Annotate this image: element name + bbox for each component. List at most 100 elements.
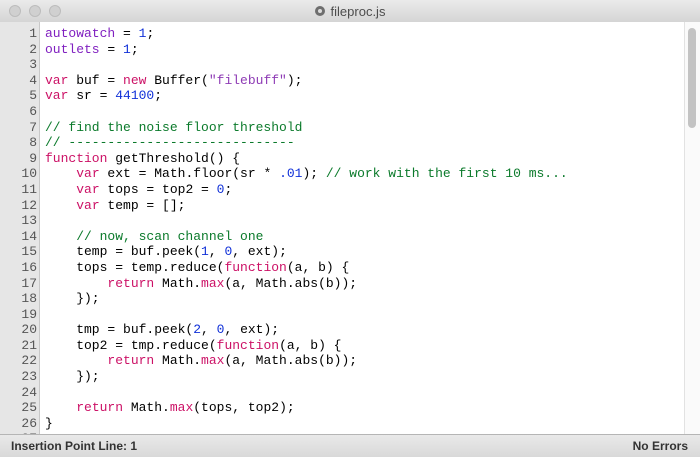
line-number: 8	[29, 135, 37, 151]
line-number: 18	[21, 291, 37, 307]
code-line[interactable]: var temp = [];	[45, 198, 681, 214]
code-line[interactable]: tmp = buf.peek(2, 0, ext);	[45, 322, 681, 338]
code-token: tops = top2 =	[99, 181, 217, 197]
window-title-area: fileproc.js	[0, 0, 700, 22]
scrollbar-thumb[interactable]	[688, 28, 696, 128]
code-token: 1	[201, 244, 209, 260]
code-token: ,	[208, 244, 225, 260]
code-line[interactable]	[45, 307, 681, 323]
code-line[interactable]: function getThreshold() {	[45, 151, 681, 167]
code-token: Buffer(	[146, 72, 209, 88]
line-number: 4	[29, 72, 37, 88]
line-number: 14	[21, 228, 37, 244]
code-text-area[interactable]: autowatch = 1; outlets = 1; var buf = new…	[45, 26, 681, 447]
code-line[interactable]	[45, 57, 681, 73]
editor-window: fileproc.js 1 2 3 4 5 6 7 8 9 10 11 12 13 14 15 16 17 18 1…	[0, 0, 700, 457]
error-status: No Errors	[632, 439, 688, 453]
code-token: // work with the first 10 ms...	[325, 166, 568, 182]
line-number: 22	[21, 353, 37, 369]
code-token: new	[123, 72, 147, 88]
code-token: (tops, top2);	[193, 400, 295, 416]
code-token: ;	[154, 88, 163, 104]
code-token: ;	[224, 181, 233, 197]
code-line[interactable]	[45, 385, 681, 401]
code-token: return	[76, 400, 124, 416]
code-token: ;	[146, 26, 155, 41]
line-number: 26	[21, 415, 37, 431]
line-number: 16	[21, 259, 37, 275]
code-line[interactable]: // -----------------------------	[45, 135, 681, 151]
line-number: 13	[21, 213, 37, 229]
code-token: tmp = buf.peek(	[45, 322, 194, 338]
code-token: // now, scan channel one	[76, 228, 264, 244]
code-token: buf =	[68, 72, 124, 88]
code-token: );	[286, 72, 303, 88]
code-line[interactable]: var ext = Math.floor(sr * .01); // work …	[45, 166, 681, 182]
code-line[interactable]: });	[45, 369, 681, 385]
code-line[interactable]: // now, scan channel one	[45, 229, 681, 245]
window-title: fileproc.js	[330, 3, 386, 19]
code-line[interactable]: // find the noise floor threshold	[45, 120, 681, 136]
code-token: });	[45, 291, 100, 307]
code-token: , ext);	[224, 322, 280, 338]
code-token: // find the noise floor threshold	[45, 119, 303, 135]
code-token: outlets	[45, 41, 100, 57]
line-number: 20	[21, 322, 37, 338]
insertion-point-status: Insertion Point Line: 1	[11, 439, 138, 453]
code-line[interactable]: return Math.max(a, Math.abs(b));	[45, 353, 681, 369]
code-line[interactable]: var buf = new Buffer("filebuff");	[45, 73, 681, 89]
code-token: 44100	[115, 88, 155, 104]
code-token: }	[45, 415, 53, 431]
code-token: Math.	[154, 353, 202, 369]
code-token: (a, Math.abs(b));	[224, 275, 358, 291]
code-line[interactable]: return Math.max(tops, top2);	[45, 400, 681, 416]
code-token: ext = Math.floor(sr *	[99, 166, 280, 182]
code-line[interactable]: top2 = tmp.reduce(function(a, b) {	[45, 338, 681, 354]
code-token: return	[107, 353, 155, 369]
line-number: 21	[21, 337, 37, 353]
code-line[interactable]	[45, 213, 681, 229]
line-number: 1	[29, 26, 37, 41]
vertical-scrollbar[interactable]	[684, 22, 700, 434]
code-token: // -----------------------------	[45, 135, 295, 151]
code-token: function	[216, 337, 280, 353]
code-token: var	[76, 197, 100, 213]
code-line[interactable]	[45, 104, 681, 120]
document-icon[interactable]	[314, 6, 325, 16]
code-line[interactable]: });	[45, 291, 681, 307]
code-token: var	[45, 88, 69, 104]
code-token: ,	[201, 322, 217, 338]
code-line[interactable]: }	[45, 416, 681, 432]
code-token: ;	[130, 41, 139, 57]
line-number: 6	[29, 103, 37, 119]
line-number: 10	[21, 166, 37, 182]
code-token: 2	[193, 322, 202, 338]
code-line[interactable]: outlets = 1;	[45, 42, 681, 58]
line-number: 24	[21, 384, 37, 400]
line-number: 25	[21, 400, 37, 416]
code-line[interactable]: tops = temp.reduce(function(a, b) {	[45, 260, 681, 276]
code-token: =	[99, 41, 124, 57]
code-line[interactable]: var sr = 44100;	[45, 88, 681, 104]
line-numbers: 1 2 3 4 5 6 7 8 9 10 11 12 13 14 15 16 17 18 19 20 21 22 23 24 2…	[0, 26, 37, 447]
code-editor[interactable]: 1 2 3 4 5 6 7 8 9 10 11 12 13 14 15 16 17 18 19 20 21 22 23 24 2…	[0, 22, 700, 446]
code-line[interactable]: return Math.max(a, Math.abs(b));	[45, 276, 681, 292]
code-token: "filebuff"	[208, 72, 287, 88]
code-token: autowatch	[45, 26, 116, 41]
code-line[interactable]: autowatch = 1;	[45, 26, 681, 42]
code-token: =	[115, 26, 139, 41]
line-number: 5	[29, 88, 37, 104]
code-token: Math.	[154, 275, 202, 291]
title-bar[interactable]: fileproc.js	[0, 0, 700, 23]
code-line[interactable]: var tops = top2 = 0;	[45, 182, 681, 198]
code-token: .01	[279, 166, 303, 182]
code-line[interactable]: temp = buf.peek(1, 0, ext);	[45, 244, 681, 260]
line-number: 3	[29, 57, 37, 73]
